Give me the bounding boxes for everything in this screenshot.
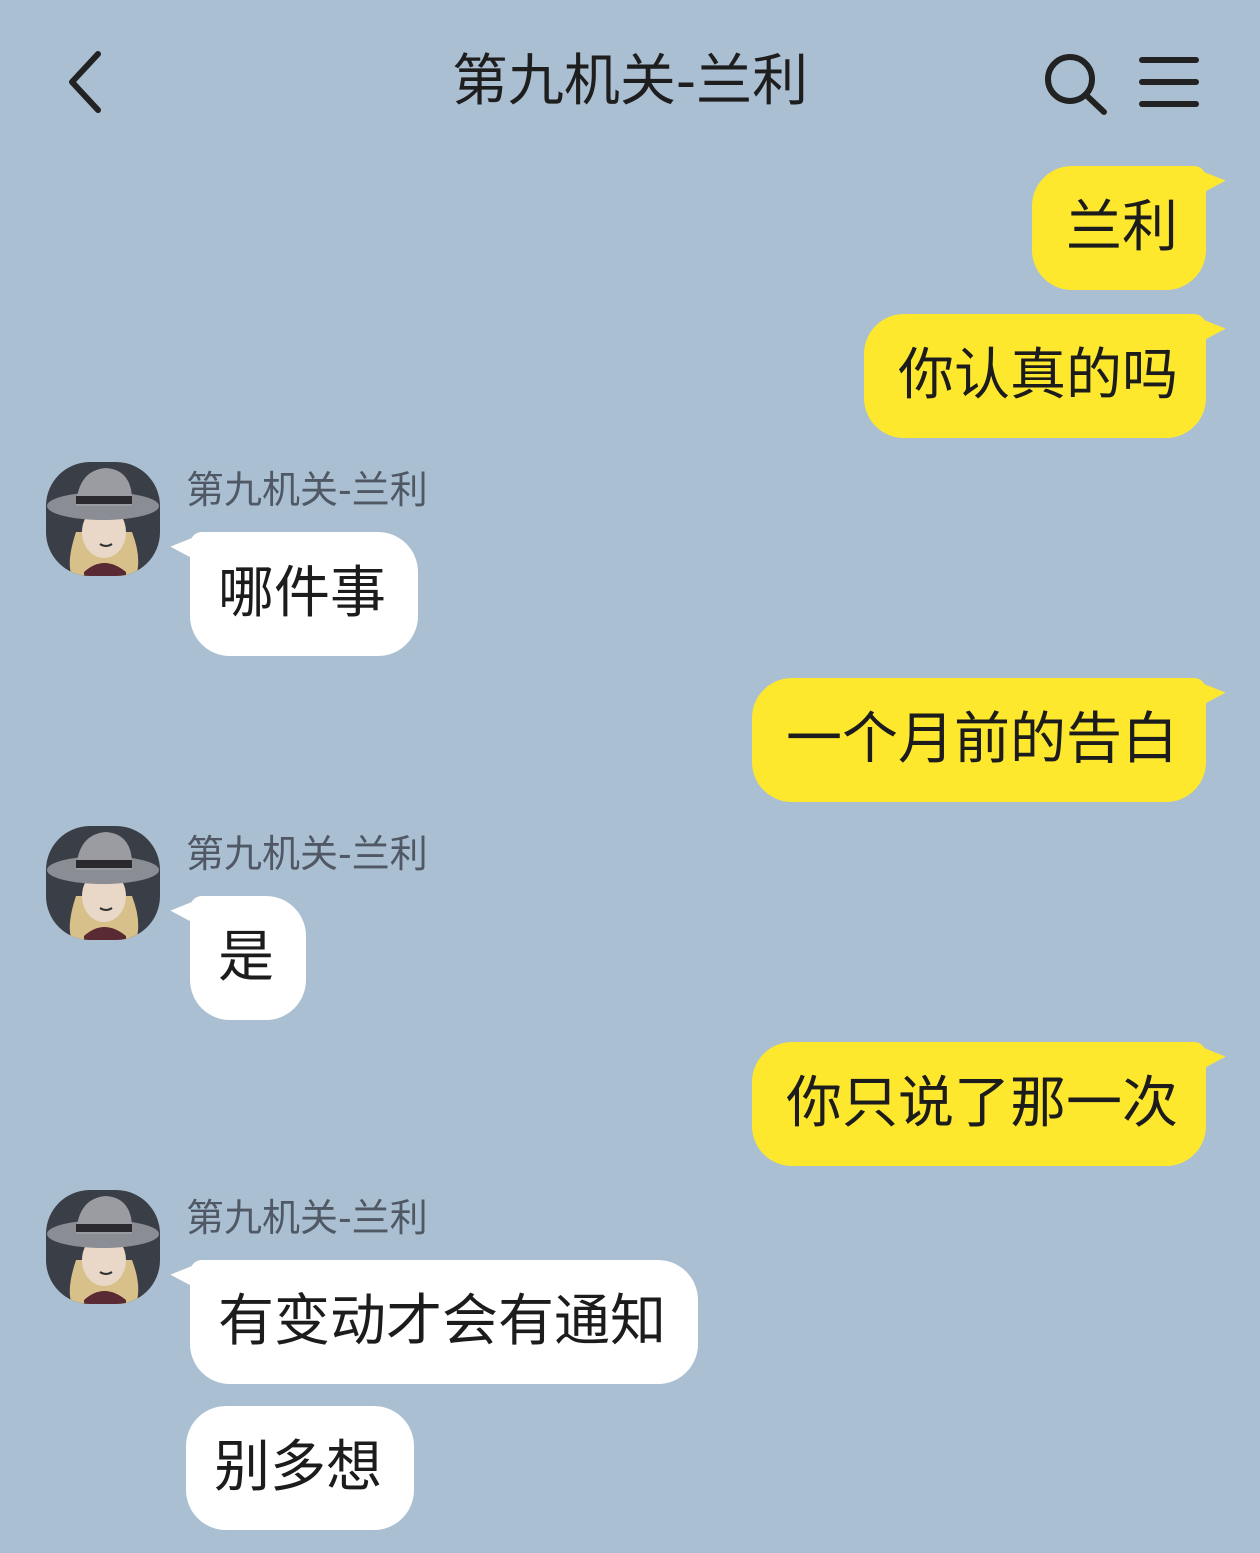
search-button[interactable] [1038, 48, 1114, 120]
message-text: 有变动才会有通知 [218, 1289, 666, 1354]
avatar-image [46, 1190, 160, 1304]
avatar-image [46, 462, 160, 576]
message-text: 一个月前的告白 [786, 707, 1178, 772]
message-text: 是 [218, 925, 274, 990]
incoming-message-bubble[interactable]: 哪件事 [190, 532, 418, 656]
sender-name: 第九机关-兰利 [186, 832, 428, 876]
contact-avatar[interactable] [46, 826, 160, 940]
incoming-message-bubble[interactable]: 有变动才会有通知 [190, 1260, 698, 1384]
message-text: 你只说了那一次 [786, 1071, 1178, 1136]
sender-name: 第九机关-兰利 [186, 1196, 428, 1240]
outgoing-message-bubble[interactable]: 你只说了那一次 [752, 1042, 1206, 1166]
message-text: 哪件事 [218, 561, 386, 626]
search-icon [1045, 54, 1107, 115]
message-text: 别多想 [214, 1435, 382, 1500]
incoming-message-bubble[interactable]: 是 [190, 896, 306, 1020]
chevron-left-icon [69, 51, 101, 113]
contact-avatar[interactable] [46, 1190, 160, 1304]
chat-header: 第九机关-兰利 [0, 0, 1260, 160]
outgoing-message-bubble[interactable]: 一个月前的告白 [752, 678, 1206, 802]
outgoing-message-bubble[interactable]: 你认真的吗 [864, 314, 1206, 438]
hamburger-menu-icon [1139, 57, 1199, 107]
menu-button[interactable] [1134, 50, 1204, 114]
message-text: 兰利 [1066, 195, 1178, 260]
message-text: 你认真的吗 [898, 343, 1178, 408]
contact-avatar[interactable] [46, 462, 160, 576]
outgoing-message-bubble[interactable]: 兰利 [1032, 166, 1206, 290]
incoming-message-bubble[interactable]: 别多想 [186, 1406, 414, 1530]
avatar-image [46, 826, 160, 940]
back-button[interactable] [56, 44, 126, 120]
sender-name: 第九机关-兰利 [186, 468, 428, 512]
